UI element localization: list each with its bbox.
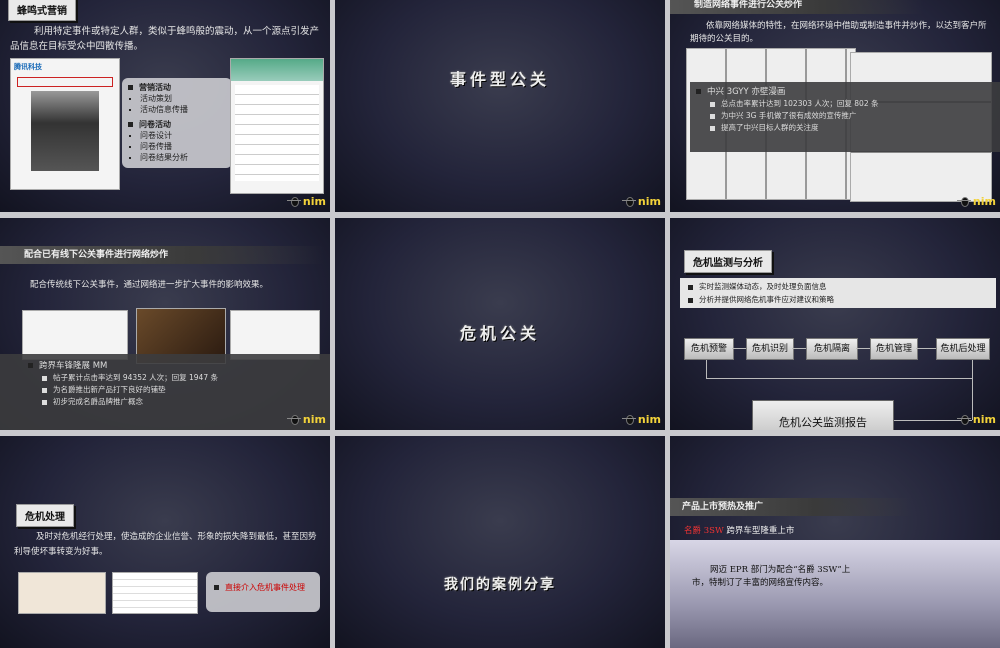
overlay-item: 初步完成名爵品牌推广概念 bbox=[53, 397, 143, 406]
brand-name: 名爵 bbox=[684, 526, 702, 536]
slide-body: 配合传统线下公关事件，通过网络进一步扩大事件的影响效果。 bbox=[30, 280, 269, 290]
spider-icon bbox=[956, 194, 971, 208]
slide-thumbnail-3[interactable]: 制造网络事件进行公关炒作 依靠网络媒体的特性，在网络环境中借助或制造事件并炒作，… bbox=[670, 0, 1000, 212]
slide-thumbnail-4[interactable]: 配合已有线下公关事件进行网络炒作 配合传统线下公关事件，通过网络进一步扩大事件的… bbox=[0, 218, 330, 430]
slide-thumbnail-2[interactable]: 事件型公关 nim bbox=[335, 0, 665, 212]
company-logo: nim bbox=[286, 412, 326, 426]
flow-step-3: 危机隔离 bbox=[806, 338, 858, 360]
overlay-item: 为名爵推出新产品打下良好的铺垫 bbox=[53, 385, 166, 394]
logo-text: nim bbox=[637, 412, 661, 426]
company-logo: nim bbox=[621, 194, 661, 208]
logo-text: nim bbox=[302, 412, 326, 426]
overlay-item: 提高了中兴目标人群的关注度 bbox=[721, 123, 819, 132]
overlay-item: 总点击率累计达到 102303 人次；回复 802 条 bbox=[721, 99, 879, 108]
flow-connector bbox=[972, 360, 973, 420]
section-title: 我们的案例分享 bbox=[444, 577, 556, 593]
background-photo bbox=[670, 540, 1000, 648]
slide-sorter-grid: 蜂鸣式营销 利用特定事件或特定人群，类似于蜂鸣般的震动，从一个源点引发产品信息在… bbox=[0, 0, 1000, 648]
results-overlay: 跨界车锋隆展 MM 帖子累计点击率达到 94352 人次；回复 1947 条 为… bbox=[0, 354, 330, 430]
spider-icon bbox=[286, 412, 301, 426]
slide-subtitle: 名爵 3SW 跨界车型隆重上市 bbox=[684, 524, 794, 536]
overlay-heading: 跨界车锋隆展 MM bbox=[39, 361, 108, 371]
results-overlay: 中兴 3GYY 亦壁漫画 总点击率累计达到 102303 人次；回复 802 条… bbox=[690, 82, 1000, 152]
logo-text: nim bbox=[637, 194, 661, 208]
overlay-item: 为中兴 3G 手机做了很有成效的宣传推广 bbox=[721, 111, 857, 120]
flow-connector bbox=[706, 360, 707, 378]
blog-screenshot bbox=[230, 310, 320, 360]
flow-step-1: 危机预警 bbox=[684, 338, 734, 360]
forum-screenshot bbox=[22, 310, 128, 360]
flow-step-4: 危机管理 bbox=[870, 338, 918, 360]
slide-body: 利用特定事件或特定人群，类似于蜂鸣般的震动，从一个源点引发产品信息在目标受众中四… bbox=[10, 26, 320, 52]
section-title: 危机公关 bbox=[459, 324, 540, 343]
menu-item: 问卷结果分析 bbox=[140, 152, 226, 163]
slide-title: 危机处理 bbox=[16, 504, 74, 527]
logo-text: nim bbox=[972, 412, 996, 426]
flow-connector bbox=[706, 378, 972, 379]
menu-item: 活动策划 bbox=[140, 93, 226, 104]
action-panel: 直接介入危机事件处理 bbox=[206, 572, 320, 612]
subtitle-rest: 跨界车型隆重上市 bbox=[726, 526, 795, 536]
slide-body: 及时对危机经行处理，使造成的企业信誉、形象的损失降到最低，甚至因势利导使坏事转变… bbox=[14, 532, 317, 557]
survey-lines bbox=[235, 85, 319, 181]
company-logo: nim bbox=[286, 194, 326, 208]
slide-thumbnail-1[interactable]: 蜂鸣式营销 利用特定事件或特定人群，类似于蜂鸣般的震动，从一个源点引发产品信息在… bbox=[0, 0, 330, 212]
flow-step-2: 危机识别 bbox=[746, 338, 794, 360]
menu-group1: 营销活动 bbox=[139, 83, 171, 92]
monitoring-item: 分析并提供网络危机事件应对建议和策略 bbox=[699, 295, 834, 304]
flow-step-5: 危机后处理 bbox=[936, 338, 990, 360]
slide-body: 依靠网络媒体的特性，在网络环境中借助或制造事件并炒作，以达到客户所期待的公关目的… bbox=[690, 21, 987, 44]
slide-thumbnail-6[interactable]: 危机监测与分析 实时监测媒体动态，及时处理负面信息 分析并提供网络危机事件应对建… bbox=[670, 218, 1000, 430]
menu-group2: 问卷活动 bbox=[139, 120, 171, 129]
menu-item: 活动信息传播 bbox=[140, 104, 226, 115]
monitoring-items: 实时监测媒体动态，及时处理负面信息 分析并提供网络危机事件应对建议和策略 bbox=[680, 278, 996, 308]
slide-thumbnail-9[interactable]: 产品上市预热及推广 名爵 3SW 跨界车型隆重上市 网迈 EPR 部门为配合“名… bbox=[670, 436, 1000, 648]
menu-item: 问卷设计 bbox=[140, 130, 226, 141]
slide-title: 蜂鸣式营销 bbox=[8, 0, 76, 21]
flow-arrow bbox=[916, 348, 936, 349]
spider-icon bbox=[621, 412, 636, 426]
logo-text: nim bbox=[302, 194, 326, 208]
panel-item: 直接介入危机事件处理 bbox=[225, 583, 305, 592]
slide-title: 产品上市预热及推广 bbox=[670, 498, 912, 516]
section-title: 事件型公关 bbox=[449, 70, 550, 89]
spider-icon bbox=[956, 412, 971, 426]
slide-title: 制造网络事件进行公关炒作 bbox=[670, 0, 924, 14]
flow-arrow bbox=[856, 348, 870, 349]
thumb-brand: 腾讯科技 bbox=[14, 63, 42, 71]
flow-arrow bbox=[732, 348, 746, 349]
menu-panel: 营销活动 活动策划 活动信息传播 问卷活动 问卷设计 问卷传播 问卷结果分析 bbox=[122, 78, 232, 168]
screenshot-thumbnail: 腾讯科技 bbox=[10, 58, 120, 190]
survey-thumbnail bbox=[230, 58, 324, 194]
slide-thumbnail-8[interactable]: 我们的案例分享 bbox=[335, 436, 665, 648]
slide-thumbnail-7[interactable]: 危机处理 及时对危机经行处理，使造成的企业信誉、形象的损失降到最低，甚至因势利导… bbox=[0, 436, 330, 648]
diagram-thumbnail bbox=[18, 572, 106, 614]
spider-icon bbox=[621, 194, 636, 208]
flow-arrow bbox=[792, 348, 806, 349]
overlay-item: 帖子累计点击率达到 94352 人次；回复 1947 条 bbox=[53, 373, 218, 382]
slide-body: 网迈 EPR 部门为配合“名爵 3SW”上市，特制订了丰富的网络宣传内容。 bbox=[692, 565, 851, 588]
menu-item: 问卷传播 bbox=[140, 141, 226, 152]
slide-thumbnail-5[interactable]: 危机公关 nim bbox=[335, 218, 665, 430]
table-thumbnail bbox=[112, 572, 198, 614]
monitoring-report-box: 危机公关监测报告 bbox=[752, 400, 894, 430]
overlay-heading: 中兴 3GYY 亦壁漫画 bbox=[707, 87, 786, 97]
logo-text: nim bbox=[972, 194, 996, 208]
monitoring-item: 实时监测媒体动态，及时处理负面信息 bbox=[699, 282, 827, 291]
headline-highlight bbox=[17, 77, 113, 87]
slide-title: 配合已有线下公关事件进行网络炒作 bbox=[0, 246, 324, 264]
company-logo: nim bbox=[956, 412, 996, 426]
photo-placeholder bbox=[31, 91, 99, 171]
survey-header-image bbox=[231, 59, 323, 81]
company-logo: nim bbox=[956, 194, 996, 208]
company-logo: nim bbox=[621, 412, 661, 426]
model-name: 3SW bbox=[703, 526, 724, 536]
slide-title: 危机监测与分析 bbox=[684, 250, 772, 273]
spider-icon bbox=[286, 194, 301, 208]
